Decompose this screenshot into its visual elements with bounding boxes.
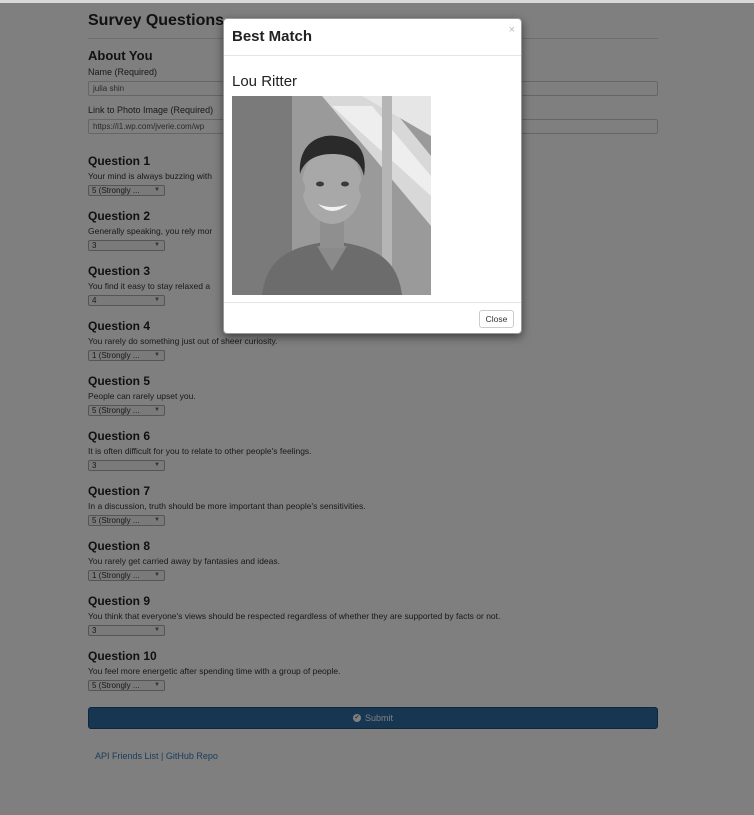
match-photo: [232, 96, 431, 295]
match-name: Lou Ritter: [232, 73, 298, 90]
modal-footer: Close: [224, 302, 521, 335]
close-button[interactable]: Close: [479, 310, 514, 328]
best-match-modal: Best Match × Lou Ritter Close: [223, 18, 522, 334]
close-icon[interactable]: ×: [509, 24, 515, 36]
modal-body: Lou Ritter: [224, 56, 521, 302]
modal-header: Best Match ×: [224, 19, 521, 56]
window-top-edge: [0, 0, 754, 3]
modal-title: Best Match: [232, 28, 313, 45]
